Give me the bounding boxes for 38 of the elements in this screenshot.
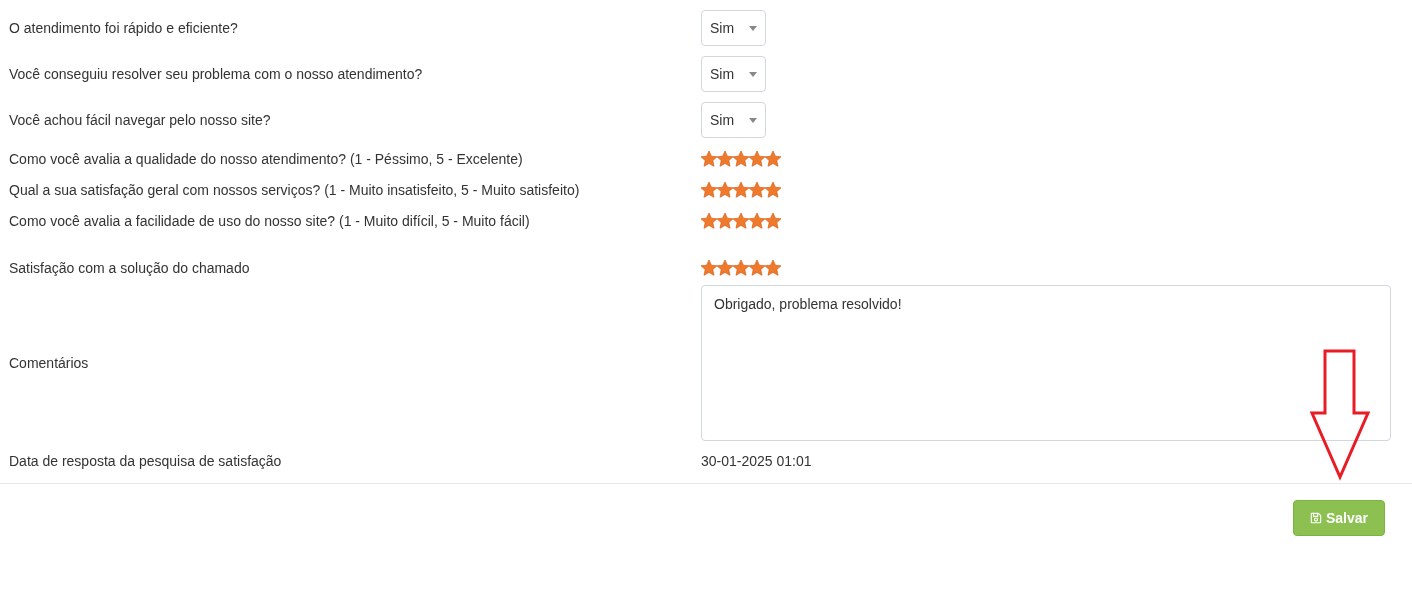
select-field[interactable]: Sim [701,102,766,138]
star-icon[interactable] [765,259,781,276]
star-icon[interactable] [749,181,765,198]
caret-icon [749,71,757,77]
star-icon[interactable] [701,181,717,198]
star-icon[interactable] [733,259,749,276]
star-icon[interactable] [749,212,765,229]
star-icon[interactable] [717,212,733,229]
question-label: Você achou fácil navegar pelo nosso site? [8,111,272,130]
select-field[interactable]: Sim [701,10,766,46]
star-icon[interactable] [733,150,749,167]
star-icon[interactable] [749,150,765,167]
star-icon[interactable] [701,150,717,167]
question-label: O atendimento foi rápido e eficiente? [8,19,239,38]
star-icon[interactable] [701,212,717,229]
caret-icon [749,25,757,31]
star-icon[interactable] [717,259,733,276]
star-icon[interactable] [733,181,749,198]
star-icon[interactable] [765,150,781,167]
star-icon[interactable] [733,212,749,229]
save-icon [1309,512,1322,524]
star-icon[interactable] [765,212,781,229]
star-icon[interactable] [717,150,733,167]
date-value: 30-01-2025 01:01 [701,452,812,471]
question-label: Satisfação com a solução do chamado [8,258,251,278]
comment-field[interactable]: Obrigado, problema resolvido! [701,285,1391,441]
question-label: Qual a sua satisfação geral com nossos serviços? (1 - Muito insatisfeito, 5 - Muito satisfeito) [8,180,581,200]
question-label: Comentários [8,354,90,373]
select-field[interactable]: Sim [701,56,766,92]
question-label: Data de resposta da pesquisa de satisfação [8,452,283,471]
question-label: Como você avalia a qualidade do nosso atendimento? (1 - Péssimo, 5 - Excelente) [8,149,524,169]
star-icon[interactable] [717,181,733,198]
star-icon[interactable] [749,259,765,276]
question-label: Você conseguiu resolver seu problema com o nosso atendimento? [8,65,424,84]
question-label: Como você avalia a facilidade de uso do nosso site? (1 - Muito difícil, 5 - Muito fácil) [8,211,531,231]
caret-icon [749,117,757,123]
star-icon[interactable] [765,181,781,198]
star-icon[interactable] [701,259,717,276]
